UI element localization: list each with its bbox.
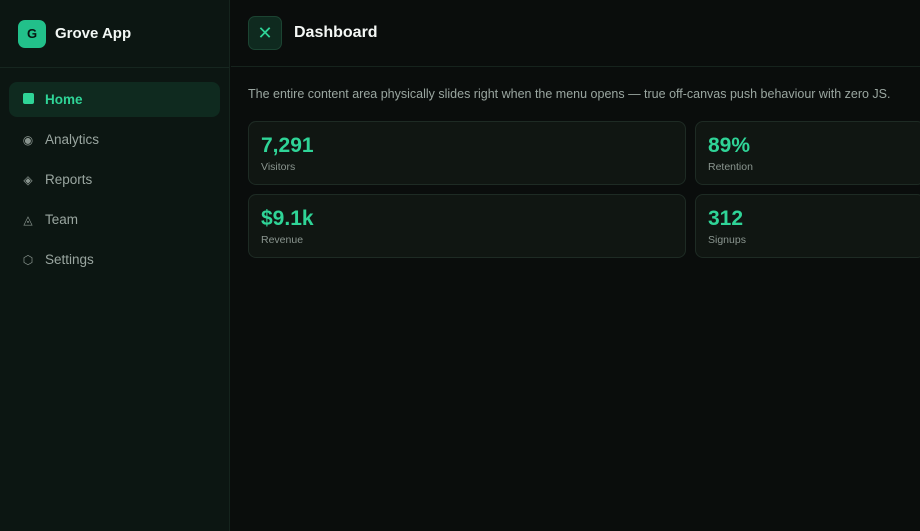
stat-card-visitors: 7,291 Visitors (248, 121, 686, 185)
sidebar-item-reports[interactable]: ◈ Reports (9, 162, 220, 197)
sidebar-item-analytics[interactable]: ◉ Analytics (9, 122, 220, 157)
sidebar-item-label: Home (45, 92, 83, 107)
page-description: The entire content area physically slide… (248, 87, 891, 101)
page-title: Dashboard (294, 24, 378, 41)
stat-label: Signups (708, 234, 746, 246)
main-content: ✕ Dashboard The entire content area phys… (231, 0, 920, 531)
close-menu-button[interactable]: ✕ (248, 16, 282, 50)
sidebar-item-label: Analytics (45, 132, 100, 147)
close-icon: ✕ (257, 22, 273, 43)
stat-value: $9.1k (261, 207, 314, 230)
sidebar: G Grove App Home ◉ Analytics ◈ Reports ◬… (0, 0, 230, 531)
stat-value: 89% (708, 134, 751, 157)
hexagon-icon: ⬡ (22, 252, 34, 267)
stat-label: Revenue (261, 234, 304, 246)
square-icon (21, 92, 35, 107)
stat-card-retention: 89% Retention (695, 121, 920, 185)
brand: G Grove App (0, 0, 229, 68)
sidebar-item-settings[interactable]: ⬡ Settings (9, 242, 220, 277)
triangle-icon: ◬ (23, 212, 33, 227)
sidebar-item-label: Team (45, 212, 79, 227)
topbar: ✕ Dashboard (231, 0, 920, 67)
circle-dot-icon: ◉ (22, 132, 34, 147)
stat-value: 312 (708, 207, 744, 230)
stat-card-revenue: $9.1k Revenue (248, 194, 686, 258)
stat-value: 7,291 (261, 134, 314, 157)
sidebar-item-home[interactable]: Home (9, 82, 220, 117)
sidebar-item-label: Reports (45, 172, 93, 187)
brand-name: Grove App (55, 25, 132, 42)
stat-label: Retention (708, 161, 753, 173)
stat-card-signups: 312 Signups (695, 194, 920, 258)
diamond-icon: ◈ (23, 172, 33, 187)
stat-label: Visitors (261, 161, 296, 173)
sidebar-item-team[interactable]: ◬ Team (9, 202, 220, 237)
brand-logo-icon: G (18, 19, 46, 48)
sidebar-nav: Home ◉ Analytics ◈ Reports ◬ Team ⬡ Sett… (0, 68, 229, 296)
sidebar-item-label: Settings (45, 252, 94, 267)
